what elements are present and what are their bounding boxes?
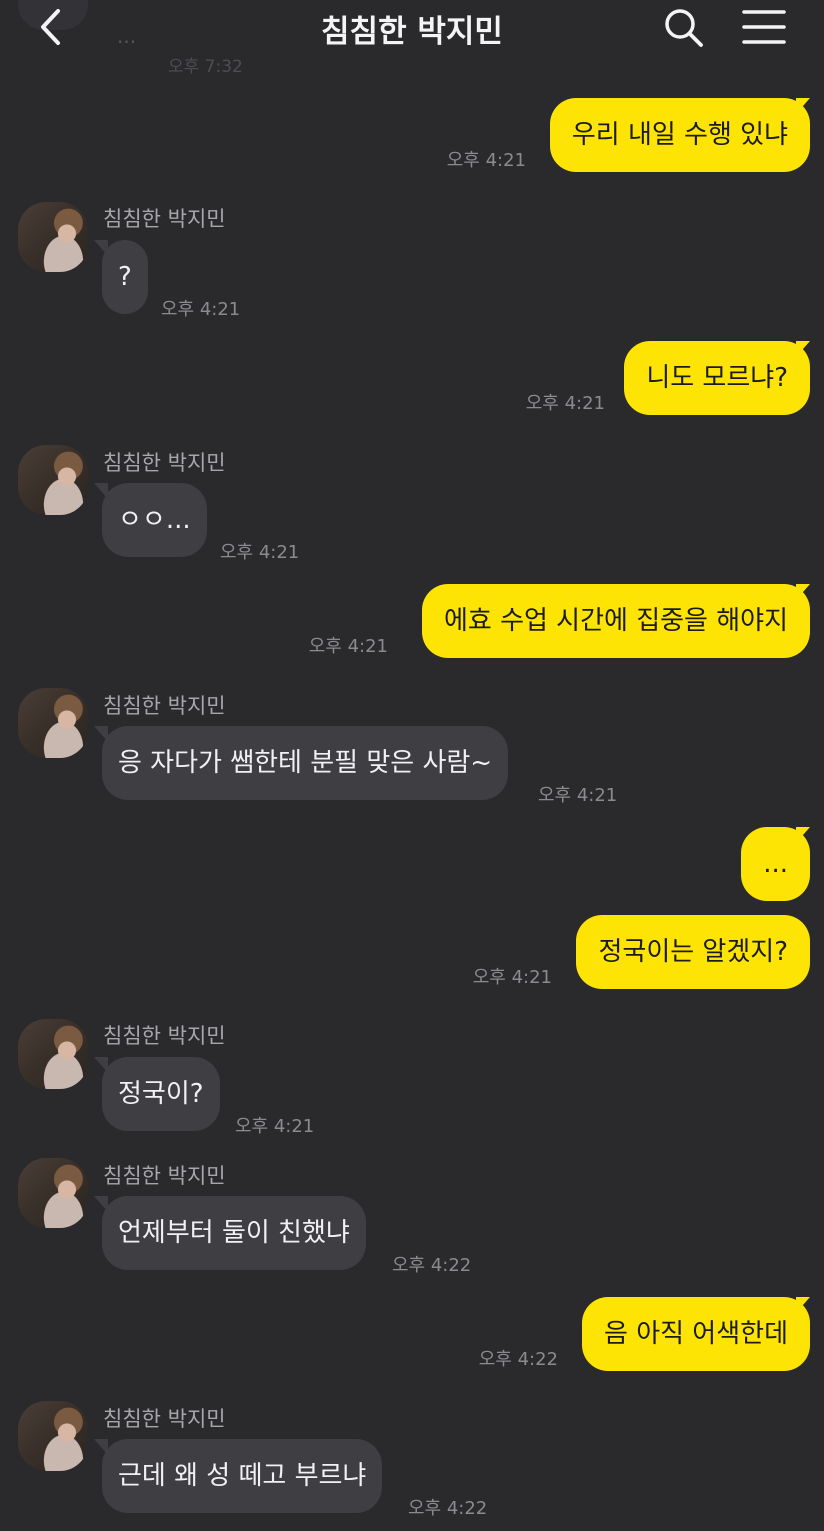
message-time: 오후 4:22 — [478, 1349, 558, 1370]
message-text: 언제부터 둘이 친했냐 — [118, 1218, 350, 1248]
scrolled-message-time: 오후 7:32 — [168, 57, 243, 77]
sender-avatar[interactable] — [18, 202, 88, 272]
message-time: 오후 4:21 — [525, 393, 605, 414]
message-text: ... — [763, 849, 788, 879]
sender-avatar[interactable] — [18, 1019, 88, 1089]
bubble-tail — [94, 483, 108, 499]
sender-name: 침침한 박지민 — [103, 694, 226, 718]
message-time: 오후 4:21 — [308, 636, 388, 657]
menu-button[interactable] — [740, 8, 788, 46]
scrolled-message-text: ... — [117, 24, 137, 48]
bubble-tail — [796, 827, 810, 843]
sender-name: 침침한 박지민 — [103, 1164, 226, 1188]
my-message-bubble[interactable]: 에효 수업 시간에 집중을 해야지 — [421, 584, 810, 658]
message-text: 정국이? — [118, 1079, 204, 1109]
message-time: 오후 4:21 — [538, 785, 618, 806]
sender-avatar[interactable] — [18, 688, 88, 758]
message-text: ㅇㅇ... — [118, 505, 191, 535]
message-time: 오후 4:21 — [235, 1116, 315, 1137]
message-text: 근데 왜 성 떼고 부르냐 — [118, 1461, 367, 1491]
message-text: 음 아직 어색한데 — [604, 1319, 788, 1349]
their-message-bubble[interactable]: 근데 왜 성 떼고 부르냐 — [102, 1439, 383, 1513]
message-time: 오후 4:21 — [220, 542, 300, 563]
their-message-bubble[interactable]: ㅇㅇ... — [102, 483, 207, 557]
message-text: 응 자다가 쌤한테 분필 맞은 사람~ — [118, 748, 493, 778]
bubble-tail — [94, 1439, 108, 1455]
my-message-bubble[interactable]: 니도 모르냐? — [624, 341, 810, 415]
sender-avatar[interactable] — [18, 1158, 88, 1228]
message-text: ? — [118, 262, 132, 292]
bubble-tail — [796, 584, 810, 600]
their-message-bubble[interactable]: 정국이? — [102, 1057, 220, 1131]
message-time: 오후 4:21 — [161, 299, 241, 320]
search-icon — [665, 9, 703, 47]
my-message-bubble[interactable]: 정국이는 알겠지? — [576, 915, 810, 989]
sender-name: 침침한 박지민 — [103, 1407, 226, 1431]
bubble-tail — [94, 240, 108, 256]
their-message-bubble[interactable]: ? — [102, 240, 148, 314]
back-button[interactable] — [30, 5, 74, 49]
bubble-tail — [94, 1057, 108, 1073]
sender-name: 침침한 박지민 — [103, 451, 226, 475]
message-text: 우리 내일 수행 있냐 — [571, 120, 788, 150]
sender-name: 침침한 박지민 — [103, 1024, 226, 1048]
chat-screen: ... 오후 7:32 침침한 박지민 우리 내일 수행 있냐 오후 4:21 — [0, 0, 824, 1531]
message-time: 오후 4:22 — [392, 1255, 472, 1276]
bubble-tail — [796, 341, 810, 357]
back-chevron-icon — [41, 9, 60, 45]
sender-avatar[interactable] — [18, 445, 88, 515]
message-time: 오후 4:21 — [446, 150, 526, 171]
their-message-bubble[interactable]: 언제부터 둘이 친했냐 — [102, 1196, 366, 1270]
hamburger-menu-icon — [742, 10, 786, 44]
message-time: 오후 4:21 — [472, 967, 552, 988]
their-message-bubble[interactable]: 응 자다가 쌤한테 분필 맞은 사람~ — [102, 726, 509, 800]
search-button[interactable] — [660, 4, 706, 50]
my-message-bubble[interactable]: 우리 내일 수행 있냐 — [549, 98, 810, 172]
bubble-tail — [796, 98, 810, 114]
bubble-tail — [94, 726, 108, 742]
chat-header: ... 오후 7:32 침침한 박지민 — [0, 0, 824, 77]
bubble-tail — [94, 1196, 108, 1212]
bubble-tail — [796, 1297, 810, 1313]
sender-avatar[interactable] — [18, 1401, 88, 1471]
message-time: 오후 4:22 — [408, 1498, 488, 1519]
message-text: 니도 모르냐? — [646, 363, 788, 393]
message-text: 에효 수업 시간에 집중을 해야지 — [443, 606, 788, 636]
my-message-bubble[interactable]: 음 아직 어색한데 — [582, 1297, 810, 1371]
sender-name: 침침한 박지민 — [103, 207, 226, 231]
message-text: 정국이는 알겠지? — [598, 937, 788, 967]
